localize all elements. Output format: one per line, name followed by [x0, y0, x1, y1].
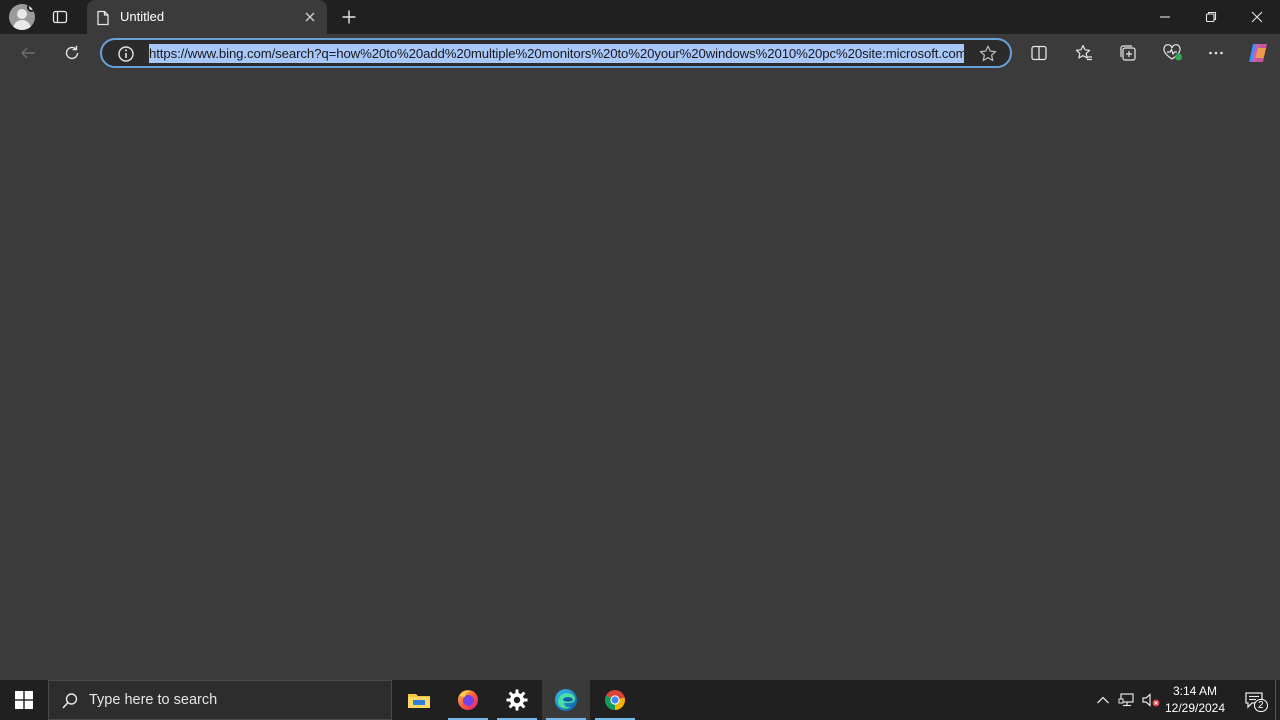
- edge-icon[interactable]: [542, 680, 590, 720]
- tab-actions-icon[interactable]: [46, 5, 74, 29]
- file-explorer-icon[interactable]: [395, 680, 443, 720]
- info-icon[interactable]: [117, 45, 135, 68]
- show-hidden-icons-icon[interactable]: [1094, 680, 1112, 720]
- taskbar: Type here to search 3:14 AM 12/29/2024 2: [0, 680, 1280, 720]
- favorites-icon[interactable]: [1069, 38, 1099, 68]
- search-placeholder: Type here to search: [89, 692, 218, 708]
- minimize-button[interactable]: [1142, 0, 1188, 34]
- more-icon[interactable]: [1201, 38, 1231, 68]
- firefox-icon[interactable]: [444, 680, 492, 720]
- page-content[interactable]: [0, 72, 1280, 680]
- back-button[interactable]: [13, 38, 43, 68]
- notification-center-icon[interactable]: 2: [1234, 680, 1274, 720]
- volume-muted-icon[interactable]: [1140, 680, 1162, 720]
- chrome-icon[interactable]: [591, 680, 639, 720]
- profile-avatar[interactable]: [9, 4, 35, 30]
- restore-button[interactable]: [1188, 0, 1234, 34]
- split-screen-icon[interactable]: [1024, 38, 1054, 68]
- address-url-text[interactable]: https://www.bing.com/search?q=how%20to%2…: [149, 44, 964, 63]
- star-icon[interactable]: [978, 44, 998, 69]
- new-tab-button[interactable]: [338, 5, 360, 29]
- windows-start-icon[interactable]: [0, 680, 48, 720]
- page-icon: [96, 10, 110, 31]
- address-bar[interactable]: https://www.bing.com/search?q=how%20to%2…: [100, 38, 1012, 68]
- close-tab-icon[interactable]: [301, 8, 319, 26]
- system-clock[interactable]: 3:14 AM 12/29/2024: [1160, 683, 1230, 717]
- tab-title: Untitled: [120, 9, 165, 24]
- clock-date: 12/29/2024: [1164, 701, 1226, 715]
- clock-time: 3:14 AM: [1172, 684, 1218, 698]
- close-window-button[interactable]: [1234, 0, 1280, 34]
- taskbar-search-box[interactable]: Type here to search: [48, 680, 392, 720]
- collections-icon[interactable]: [1113, 38, 1143, 68]
- browser-toolbar: https://www.bing.com/search?q=how%20to%2…: [0, 34, 1280, 72]
- tab-strip: Untitled: [0, 0, 1280, 34]
- settings-icon[interactable]: [493, 680, 541, 720]
- show-desktop-button[interactable]: [1275, 680, 1276, 720]
- refresh-button[interactable]: [57, 38, 87, 68]
- copilot-icon[interactable]: [1243, 38, 1273, 68]
- network-icon[interactable]: [1117, 680, 1137, 720]
- browser-essentials-icon[interactable]: [1158, 38, 1188, 68]
- tab-active[interactable]: Untitled: [87, 0, 327, 34]
- notification-count-badge: 2: [1254, 699, 1268, 712]
- search-icon: [61, 692, 79, 715]
